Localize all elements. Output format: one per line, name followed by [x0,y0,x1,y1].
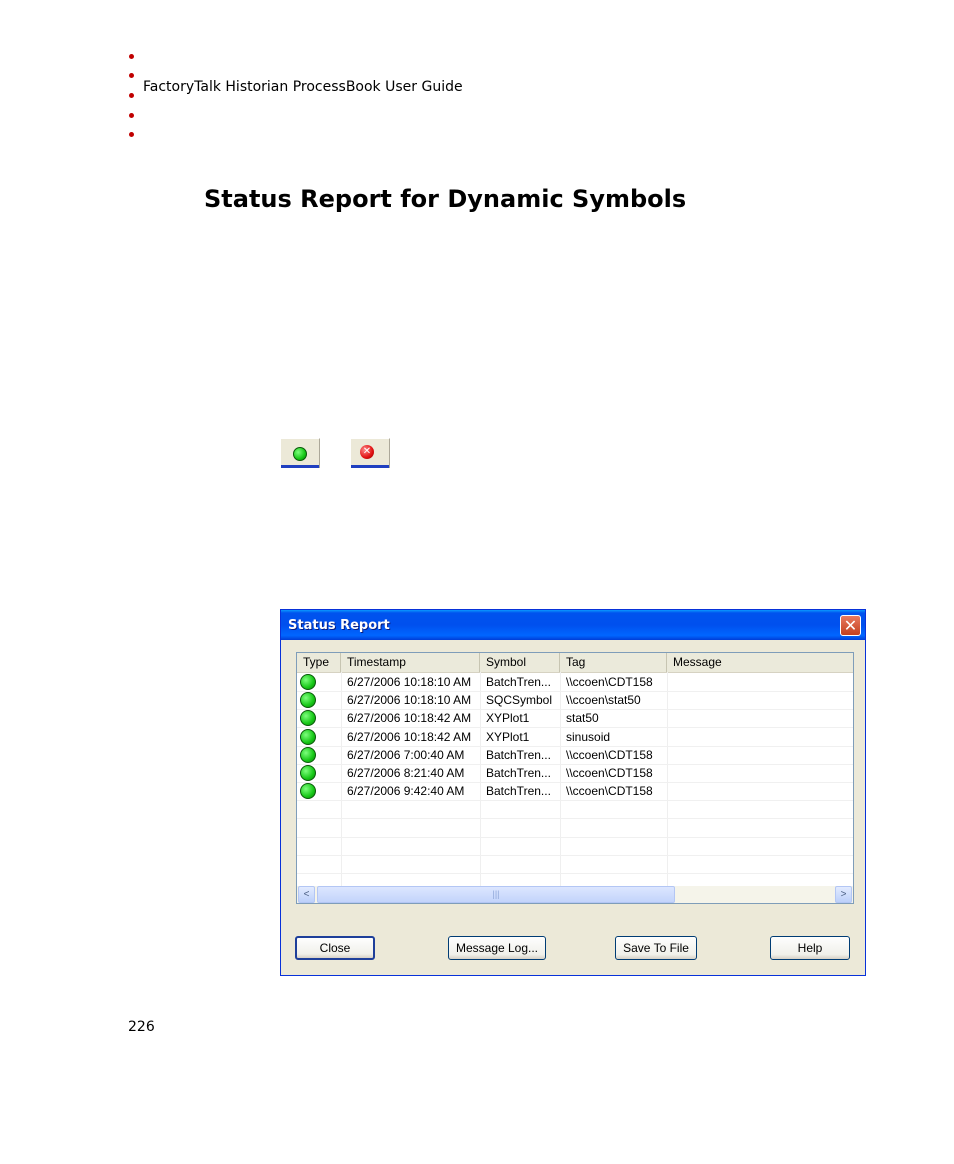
green-circle-icon [293,447,307,461]
empty-row [297,837,853,856]
status-report-dialog: Status Report ✕ Type Timestamp Symbol Ta… [280,609,866,976]
status-underline [351,465,389,468]
timestamp-cell: 6/27/2006 10:18:10 AM [347,693,472,708]
dialog-body: Type Timestamp Symbol Tag Message 6/27/2… [284,640,862,972]
message-cell [667,691,853,709]
scroll-left-icon[interactable]: < [298,886,315,903]
red-x-icon: ✕ [360,445,374,459]
margin-bullet [129,54,134,59]
timestamp-cell: 6/27/2006 8:21:40 AM [347,766,465,780]
save-to-file-button[interactable]: Save To File [615,936,697,960]
column-header-symbol[interactable]: Symbol [480,653,560,672]
green-circle-icon [300,692,316,709]
tag-cell: sinusoid [566,729,611,744]
symbol-cell: XYPlot1 [486,711,530,726]
green-circle-icon [300,710,316,727]
timestamp-cell: 6/27/2006 10:18:42 AM [347,711,472,726]
tag-cell: \\ccoen\stat50 [566,693,641,708]
message-log-button[interactable]: Message Log... [448,936,546,960]
green-circle-icon [300,746,316,763]
page-number: 226 [128,1019,155,1035]
column-header-timestamp[interactable]: Timestamp [341,653,480,672]
symbol-cell: BatchTren... [486,747,551,762]
timestamp-cell: 6/27/2006 9:42:40 AM [347,784,465,799]
section-title: Status Report for Dynamic Symbols [204,185,687,213]
type-cell [297,709,341,727]
symbol-cell: XYPlot1 [486,729,530,744]
dialog-title: Status Report [288,618,390,633]
green-circle-icon [300,728,316,745]
message-cell [667,782,853,800]
close-icon[interactable]: ✕ [840,615,861,636]
status-error-button: ✕ [350,438,390,468]
type-cell [297,673,341,691]
scroll-right-icon[interactable]: > [835,886,852,903]
symbol-cell: BatchTren... [486,766,551,780]
message-cell [667,728,853,746]
green-circle-icon [300,674,316,690]
list-header: Type Timestamp Symbol Tag Message [297,653,853,673]
message-cell [667,764,853,782]
tag-cell: \\ccoen\CDT158 [566,766,653,780]
message-cell [667,673,853,691]
empty-row [297,819,853,838]
timestamp-cell: 6/27/2006 10:18:10 AM [347,675,472,689]
tag-cell: \\ccoen\CDT158 [566,675,653,689]
table-row[interactable]: 6/27/2006 10:18:42 AM XYPlot1 stat50 [297,709,853,729]
table-row[interactable]: 6/27/2006 10:18:10 AM SQCSymbol \\ccoen\st… [297,691,853,711]
tag-cell: stat50 [566,711,599,726]
dialog-titlebar[interactable]: Status Report ✕ [281,610,865,640]
timestamp-cell: 6/27/2006 10:18:42 AM [347,729,472,744]
tag-cell: \\ccoen\CDT158 [566,784,653,799]
type-cell [297,728,341,746]
help-button[interactable]: Help [770,936,850,960]
table-row[interactable]: 6/27/2006 9:42:40 AM BatchTren... \\ccoen\… [297,782,853,802]
symbol-cell: BatchTren... [486,675,551,689]
tag-cell: \\ccoen\CDT158 [566,747,653,762]
table-row[interactable]: 6/27/2006 10:18:42 AM XYPlot1 sinusoid [297,728,853,747]
message-cell [667,709,853,727]
status-underline [281,465,319,468]
green-circle-icon [300,765,316,781]
margin-bullet [129,93,134,98]
status-list[interactable]: Type Timestamp Symbol Tag Message 6/27/2… [296,652,854,904]
running-header: FactoryTalk Historian ProcessBook User G… [143,79,463,95]
type-cell [297,691,341,709]
symbol-cell: SQCSymbol [486,693,553,708]
horizontal-scrollbar[interactable]: < ||| > [297,886,853,903]
table-row[interactable]: 6/27/2006 10:18:10 AM BatchTren... \\ccoen… [297,673,853,692]
message-cell [667,746,853,764]
margin-bullet [129,132,134,137]
margin-bullet [129,113,134,118]
status-ok-button [280,438,320,468]
empty-row [297,855,853,874]
symbol-cell: BatchTren... [486,784,551,799]
scroll-thumb[interactable]: ||| [317,886,675,903]
type-cell [297,782,341,800]
type-cell [297,764,341,782]
type-cell [297,746,341,764]
table-row[interactable]: 6/27/2006 7:00:40 AM BatchTren... \\ccoen\… [297,746,853,765]
column-header-tag[interactable]: Tag [560,653,667,672]
close-button[interactable]: Close [295,936,375,960]
column-header-message[interactable]: Message [667,653,853,672]
empty-row [297,800,853,820]
margin-bullet [129,73,134,78]
column-header-type[interactable]: Type [297,653,341,672]
table-row[interactable]: 6/27/2006 8:21:40 AM BatchTren... \\ccoen\… [297,764,853,783]
green-circle-icon [300,783,316,800]
timestamp-cell: 6/27/2006 7:00:40 AM [347,747,465,762]
